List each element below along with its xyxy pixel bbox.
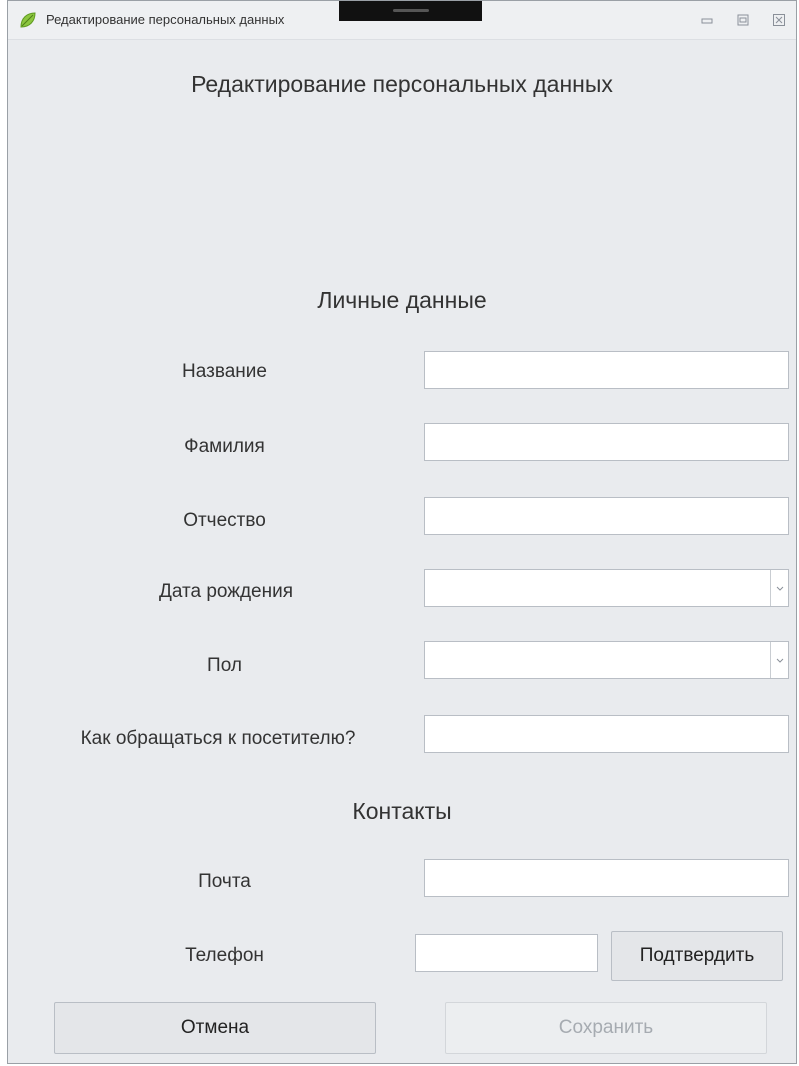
address-as-field[interactable] [424, 715, 789, 753]
address-as-input[interactable] [425, 716, 788, 752]
email-field[interactable] [424, 859, 789, 897]
name-label: Название [182, 361, 267, 382]
window-title: Редактирование персональных данных [46, 12, 285, 27]
phone-label: Телефон [185, 945, 264, 966]
name-field[interactable] [424, 351, 789, 389]
name-input[interactable] [425, 352, 788, 388]
surname-label: Фамилия [184, 436, 265, 457]
birthdate-value [425, 570, 788, 606]
section-heading-personal: Личные данные [317, 287, 487, 313]
patronymic-label: Отчество [183, 510, 266, 531]
title-bar: Редактирование персональных данных [8, 1, 796, 40]
phone-field[interactable] [415, 934, 598, 972]
save-button[interactable]: Сохранить [445, 1002, 767, 1054]
gender-value [425, 642, 788, 678]
email-input[interactable] [425, 860, 788, 896]
edit-personal-data-window: Редактирование персональных данных Редак… [7, 0, 797, 1064]
maximize-icon[interactable] [734, 11, 752, 29]
phone-input[interactable] [416, 935, 597, 971]
chevron-down-icon[interactable] [770, 642, 788, 678]
birthdate-label: Дата рождения [158, 581, 294, 602]
address-as-label: Как обращаться к посетителю? [80, 728, 356, 749]
patronymic-input[interactable] [425, 498, 788, 534]
minimize-icon[interactable] [698, 11, 716, 29]
cancel-button[interactable]: Отмена [54, 1002, 376, 1054]
app-leaf-icon [18, 10, 38, 30]
surname-field[interactable] [424, 423, 789, 461]
confirm-phone-button[interactable]: Подтвердить [611, 931, 783, 981]
gender-label: Пол [207, 655, 242, 676]
page-title: Редактирование персональных данных [191, 71, 613, 97]
chevron-down-icon[interactable] [770, 570, 788, 606]
screen-notch-overlay [339, 1, 482, 21]
close-icon[interactable] [770, 11, 788, 29]
patronymic-field[interactable] [424, 497, 789, 535]
birthdate-combo[interactable] [424, 569, 789, 607]
section-heading-contacts: Контакты [352, 798, 452, 824]
surname-input[interactable] [425, 424, 788, 460]
gender-combo[interactable] [424, 641, 789, 679]
email-label: Почта [198, 871, 251, 892]
